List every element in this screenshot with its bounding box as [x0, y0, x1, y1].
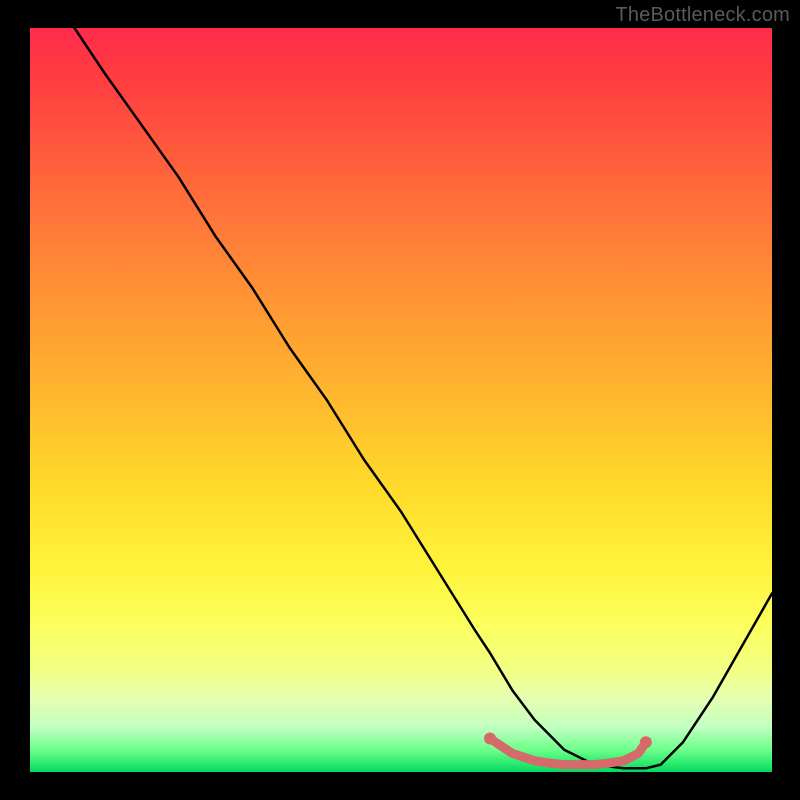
bottleneck-curve-path [75, 28, 773, 768]
chart-frame: TheBottleneck.com [0, 0, 800, 800]
watermark-text: TheBottleneck.com [615, 4, 790, 27]
optimal-range-endpoint-dot [484, 733, 496, 745]
optimal-range-dots [484, 733, 652, 749]
curve-overlay [30, 28, 772, 772]
plot-container [30, 28, 772, 772]
optimal-range-endpoint-dot [640, 736, 652, 748]
